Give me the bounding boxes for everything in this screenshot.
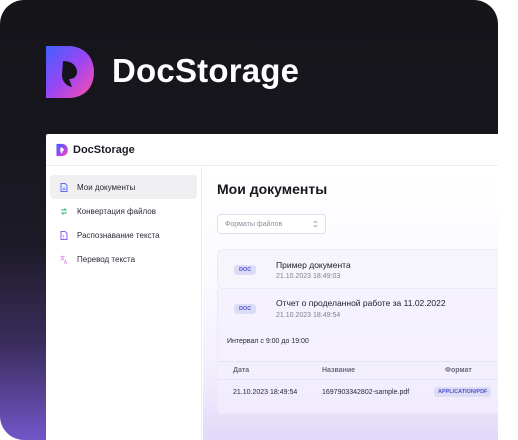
doc-format-badge: DOC [234,304,257,314]
doc-format-badge: DOC [234,265,257,275]
sidebar-item-ocr[interactable]: T Распознавание текста [50,223,197,247]
cell-date: 21.10.2023 18:49:54 [233,389,298,396]
sidebar-item-label: Конвертация файлов [77,206,156,216]
document-date: 21.10.2023 18:49:03 [276,273,341,280]
svg-text:A: A [64,259,68,263]
document-date: 21.10.2023 18:49:54 [276,312,341,319]
document-card-expanded[interactable]: DOC Отчет о проделанной работе за 11.02.… [217,289,498,414]
app-title: DocStorage [73,143,135,156]
working-interval: Интервал с 9:00 до 19:00 [227,338,309,345]
file-format-filter[interactable]: Форматы файлов [217,214,326,234]
filter-label: Форматы файлов [225,220,283,228]
convert-icon [60,207,68,215]
document-card[interactable]: DOC Пример документа 21.10.2023 18:49:03 [217,249,498,289]
document-name: Пример документа [276,260,351,270]
page-title: Мои документы [217,181,328,197]
sidebar-item-translate[interactable]: 文 A Перевод текста [50,247,197,271]
app-header: DocStorage [46,134,498,166]
svg-text:T: T [61,234,65,239]
main-content: Мои документы Форматы файлов DOC Пример … [203,167,498,440]
docstorage-logo [46,46,94,98]
cell-name: 1697903342802-sample.pdf [322,389,410,396]
column-header-date: Дата [233,367,250,374]
sidebar: Мои документы Конвертация файлов T Распо… [46,167,202,440]
translate-icon: 文 A [60,255,68,264]
document-name: Отчет о проделанной работе за 11.02.2022 [276,298,446,308]
promo-card: DocStorage DocStorage Мои документы Конв… [0,0,498,440]
column-header-name: Название [322,367,356,374]
app-logo-icon [56,143,68,156]
brand-title: DocStorage [112,52,300,89]
sidebar-item-label: Мои документы [77,182,136,192]
table-header: Дата Название Формат [218,361,498,379]
sidebar-item-convert[interactable]: Конвертация файлов [50,199,197,223]
column-header-format: Формат [445,367,472,374]
scan-text-icon: T [60,230,68,240]
sidebar-item-my-documents[interactable]: Мои документы [50,175,197,199]
document-icon [60,182,68,192]
app-window: DocStorage Мои документы Конвертация фай… [46,134,498,440]
sidebar-item-label: Распознавание текста [77,230,160,240]
sidebar-item-label: Перевод текста [77,254,136,264]
cell-format-badge: APPLICATION/PDF [434,387,492,397]
select-arrows-icon [313,220,318,228]
table-row[interactable]: 21.10.2023 18:49:54 1697903342802-sample… [218,379,498,403]
